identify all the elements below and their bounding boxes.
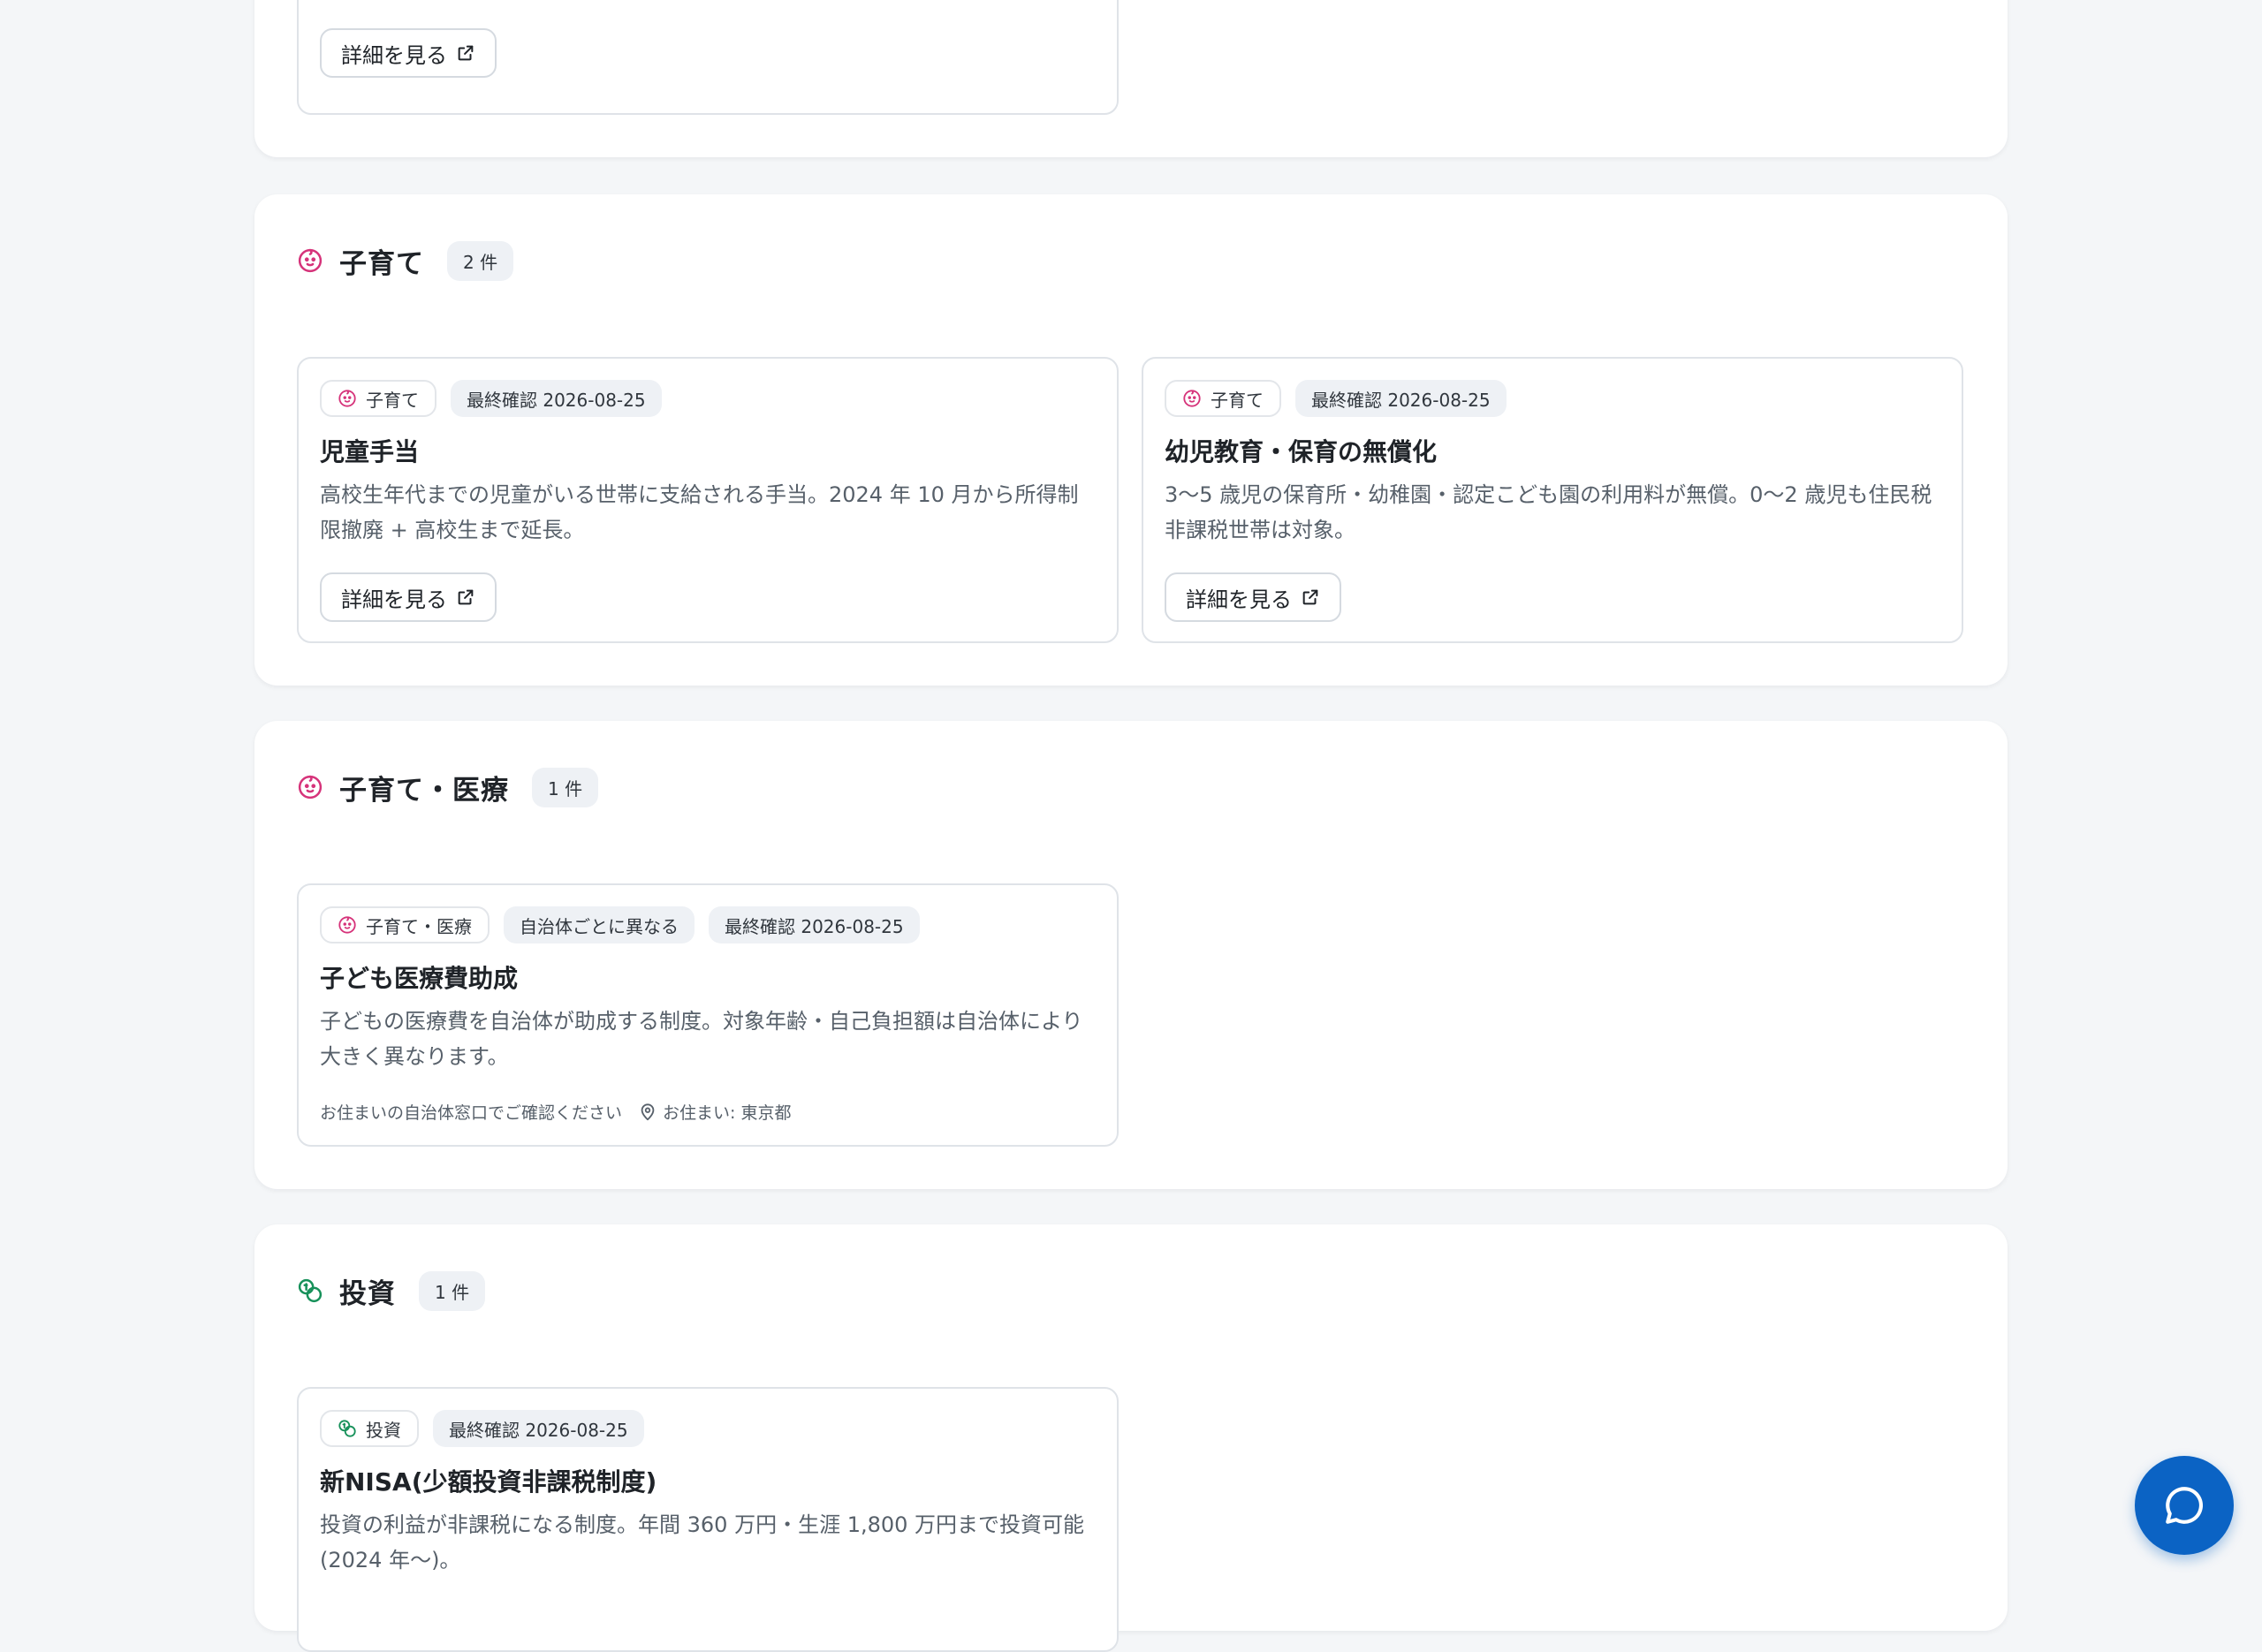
card-description: 子どもの医療費を自治体が助成する制度。対象年齢・自己負担額は自治体により大きく異… — [320, 1009, 1083, 1069]
card-free-early-education: 子育て 最終確認 2026-08-25 幼児教育・保育の無償化 3〜5 歳児の保… — [1142, 357, 1963, 643]
chat-button[interactable] — [2135, 1456, 2234, 1555]
section-header: 投資 1 件 — [297, 1270, 486, 1311]
card-description: 保険加入者なら誰でも申請可能。 — [320, 0, 638, 7]
section-title: 子育て・医療 — [339, 774, 509, 807]
coins-icon — [298, 1278, 323, 1303]
residence-label: お住まい: 東京都 — [663, 1103, 792, 1123]
location-pin-icon — [641, 1103, 655, 1120]
card-child-allowance: 子育て 最終確認 2026-08-25 児童手当 高校生年代までの児童がいる世帯… — [297, 357, 1119, 643]
card-child-medical-subsidy: 子育て・医療 自治体ごとに異なる 最終確認 2026-08-25 子ども医療費助… — [297, 883, 1119, 1147]
card-description: 投資の利益が非課税になる制度。年間 360 万円・生涯 1,800 万円まで投資… — [320, 1512, 1085, 1572]
details-button[interactable]: 詳細を見る — [320, 28, 497, 78]
last-confirmed-badge: 最終確認 2026-08-25 — [709, 906, 920, 943]
card-previous: 保険加入者なら誰でも申請可能。 詳細を見る — [297, 0, 1119, 115]
category-tag: 子育て — [320, 380, 436, 417]
details-button-label: 詳細を見る — [1186, 587, 1292, 612]
details-button-label: 詳細を見る — [341, 42, 447, 68]
section-childcare-medical: 子育て・医療 1 件 子育て・医療 自治体ごとに異なる 最終確認 2026-08… — [254, 721, 2008, 1189]
card-title: 新NISA(少額投資非課税制度) — [320, 1467, 657, 1497]
external-link-icon — [458, 589, 474, 605]
section-title: 子育て — [339, 247, 424, 280]
card-title: 幼児教育・保育の無償化 — [1165, 437, 1438, 466]
category-tag-label: 子育て — [366, 389, 419, 411]
baby-face-icon — [298, 248, 323, 273]
card-note-row: お住まいの自治体窓口でご確認ください お住まい: 東京都 — [320, 1100, 791, 1124]
municipality-varies-badge: 自治体ごとに異なる — [504, 906, 695, 943]
card-new-nisa: 投資 最終確認 2026-08-25 新NISA(少額投資非課税制度) 投資の利… — [297, 1387, 1119, 1652]
section-investment: 投資 1 件 投資 最終確認 2026-08-25 新NISA(少額投資非課税制… — [254, 1224, 2008, 1652]
external-link-icon — [1302, 589, 1318, 605]
card-title: 児童手当 — [320, 437, 420, 466]
baby-face-icon — [298, 775, 323, 799]
coins-icon — [338, 1420, 356, 1437]
last-confirmed-badge: 最終確認 2026-08-25 — [451, 380, 662, 417]
count-badge: 1 件 — [532, 767, 599, 807]
category-tag-label: 子育て・医療 — [366, 915, 472, 937]
details-button-label: 詳細を見る — [341, 587, 447, 612]
section-title: 投資 — [339, 1277, 396, 1310]
baby-face-icon — [338, 916, 356, 934]
details-button[interactable]: 詳細を見る — [320, 572, 497, 622]
count-badge: 2 件 — [447, 240, 514, 281]
details-button[interactable]: 詳細を見る — [1165, 572, 1341, 622]
category-tag: 子育て — [1165, 380, 1281, 417]
baby-face-icon — [338, 390, 356, 407]
section-header: 子育て・医療 1 件 — [297, 767, 599, 807]
last-confirmed-badge: 最終確認 2026-08-25 — [433, 1410, 644, 1447]
municipality-note: お住まいの自治体窓口でご確認ください — [320, 1103, 623, 1123]
card-title: 子ども医療費助成 — [320, 964, 519, 993]
last-confirmed-badge: 最終確認 2026-08-25 — [1295, 380, 1507, 417]
baby-face-icon — [1183, 390, 1201, 407]
chat-bubble-icon — [2166, 1487, 2203, 1524]
category-tag-label: 子育て — [1211, 389, 1264, 411]
category-tag: 子育て・医療 — [320, 906, 490, 943]
category-tag: 投資 — [320, 1410, 419, 1447]
section-previous: 保険加入者なら誰でも申請可能。 詳細を見る — [254, 0, 2008, 157]
card-description: 高校生年代までの児童がいる世帯に支給される手当。2024 年 10 月から所得制… — [320, 482, 1079, 542]
external-link-icon — [458, 45, 474, 61]
category-tag-label: 投資 — [366, 1419, 401, 1441]
section-header: 子育て 2 件 — [297, 240, 514, 281]
card-description: 3〜5 歳児の保育所・幼稚園・認定こども園の利用料が無償。0〜2 歳児も住民税非… — [1165, 482, 1932, 542]
count-badge: 1 件 — [419, 1270, 486, 1311]
section-childcare: 子育て 2 件 子育て 最終確認 2026-08-25 児童手当 高校生年代まで… — [254, 194, 2008, 686]
